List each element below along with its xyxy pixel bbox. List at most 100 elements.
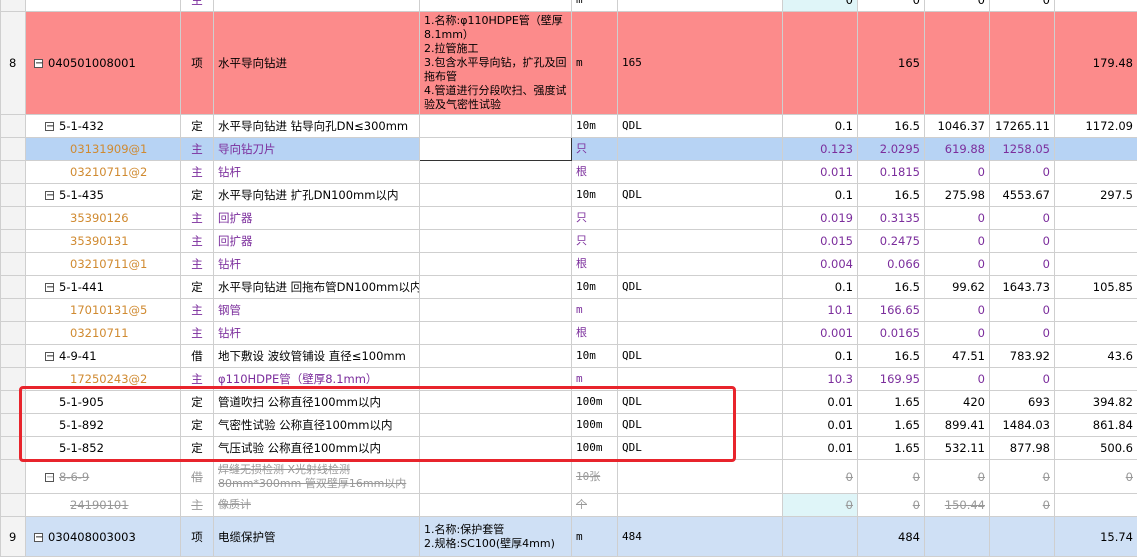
unit-cell[interactable]: 10m — [572, 184, 618, 207]
unit-cell[interactable]: 只 — [572, 230, 618, 253]
c2-cell[interactable]: 16.5 — [858, 276, 925, 299]
type-cell[interactable]: 主 — [181, 207, 214, 230]
type-cell[interactable]: 主 — [181, 322, 214, 345]
c3-cell[interactable]: 99.62 — [925, 276, 990, 299]
code-cell[interactable]: −5-1-435 — [26, 184, 181, 207]
name-cell[interactable]: 焊缝无损检测 X光射线检测 80mm*300mm 管双壁厚16mm以内 — [214, 460, 420, 494]
expr-cell[interactable] — [618, 230, 783, 253]
name-cell[interactable]: 水平导向钻进 扩孔DN100mm以内 — [214, 184, 420, 207]
name-cell[interactable]: 水平导向钻进 回拖布管DN100mm以内 — [214, 276, 420, 299]
c3-cell[interactable]: 1046.37 — [925, 115, 990, 138]
c2-cell[interactable]: 1.65 — [858, 437, 925, 460]
desc-cell[interactable] — [420, 345, 572, 368]
c2-cell[interactable]: 2.0295 — [858, 138, 925, 161]
code-cell[interactable]: 35390126 — [26, 207, 181, 230]
minus-box-icon[interactable]: − — [34, 533, 43, 542]
name-cell[interactable]: 回扩器 — [214, 207, 420, 230]
c4-cell[interactable]: 0 — [990, 299, 1055, 322]
c1-cell[interactable]: 0.01 — [783, 414, 858, 437]
unit-cell[interactable]: 只 — [572, 138, 618, 161]
unit-cell[interactable]: 根 — [572, 253, 618, 276]
name-cell[interactable]: 回扩器 — [214, 230, 420, 253]
c2-cell[interactable]: 16.5 — [858, 345, 925, 368]
c2-cell[interactable]: 166.65 — [858, 299, 925, 322]
expr-cell[interactable] — [618, 138, 783, 161]
expr-cell[interactable] — [618, 253, 783, 276]
unit-cell[interactable]: m — [572, 12, 618, 115]
c4-cell[interactable]: 0 — [990, 368, 1055, 391]
expr-cell[interactable] — [618, 460, 783, 494]
c3-cell[interactable]: 420 — [925, 391, 990, 414]
table-row[interactable]: −5-1-441定水平导向钻进 回拖布管DN100mm以内10mQDL0.116… — [1, 276, 1137, 299]
code-cell[interactable]: 03210711 — [26, 322, 181, 345]
c4-cell[interactable]: 0 — [990, 494, 1055, 517]
desc-cell[interactable] — [420, 207, 572, 230]
table-row[interactable]: 03210711@1主钻杆根0.0040.06600 — [1, 253, 1137, 276]
desc-cell[interactable] — [420, 161, 572, 184]
expr-cell[interactable] — [618, 299, 783, 322]
c2-cell[interactable]: 1.65 — [858, 414, 925, 437]
table-row[interactable]: −5-1-435定水平导向钻进 扩孔DN100mm以内10mQDL0.116.5… — [1, 184, 1137, 207]
type-cell[interactable]: 定 — [181, 184, 214, 207]
c4-cell[interactable]: 0 — [990, 230, 1055, 253]
name-cell[interactable]: 水平导向钻进 — [214, 12, 420, 115]
type-cell[interactable]: 主 — [181, 138, 214, 161]
code-cell[interactable]: −4-9-41 — [26, 345, 181, 368]
code-cell[interactable]: 03131909@1 — [26, 138, 181, 161]
c3-cell[interactable]: 0 — [925, 299, 990, 322]
c4-cell[interactable]: 1643.73 — [990, 276, 1055, 299]
c5-cell[interactable]: 394.82 — [1055, 391, 1137, 414]
c2-cell[interactable]: 16.5 — [858, 184, 925, 207]
expr-cell[interactable] — [618, 161, 783, 184]
c1-cell[interactable]: 0.004 — [783, 253, 858, 276]
expr-cell[interactable]: QDL — [618, 115, 783, 138]
c3-cell[interactable] — [925, 12, 990, 115]
c5-cell[interactable] — [1055, 207, 1137, 230]
c3-cell[interactable]: 899.41 — [925, 414, 990, 437]
expr-cell[interactable] — [618, 207, 783, 230]
c5-cell[interactable] — [1055, 494, 1137, 517]
code-cell[interactable]: −040501008001 — [26, 12, 181, 115]
c4-cell[interactable]: 1258.05 — [990, 138, 1055, 161]
desc-cell[interactable] — [420, 299, 572, 322]
code-cell[interactable]: −8-6-9 — [26, 460, 181, 494]
table-row[interactable]: 35390131主回扩器只0.0150.247500 — [1, 230, 1137, 253]
desc-cell[interactable] — [420, 184, 572, 207]
desc-cell[interactable] — [420, 460, 572, 494]
c4-cell[interactable]: 4553.67 — [990, 184, 1055, 207]
c5-cell[interactable]: 105.85 — [1055, 276, 1137, 299]
unit-cell[interactable]: 10张 — [572, 460, 618, 494]
c5-cell[interactable]: 297.5 — [1055, 184, 1137, 207]
desc-cell[interactable] — [420, 494, 572, 517]
expr-cell[interactable]: QDL — [618, 276, 783, 299]
minus-box-icon[interactable]: − — [45, 191, 54, 200]
code-cell[interactable]: 35390131 — [26, 230, 181, 253]
table-row[interactable]: 17010131@5主钢管m10.1166.6500 — [1, 299, 1137, 322]
type-cell[interactable]: 主 — [181, 253, 214, 276]
c2-cell[interactable]: 169.95 — [858, 368, 925, 391]
table-row[interactable]: 8−040501008001项水平导向钻进1.名称:φ110HDPE管（壁厚8.… — [1, 12, 1137, 115]
c3-cell[interactable]: 619.88 — [925, 138, 990, 161]
desc-cell[interactable] — [420, 253, 572, 276]
c4-cell[interactable]: 1484.03 — [990, 414, 1055, 437]
table-row[interactable]: 03210711@2主钻杆根0.0110.181500 — [1, 161, 1137, 184]
table-row[interactable]: −5-1-432定水平导向钻进 钻导向孔DN≤300mm10mQDL0.116.… — [1, 115, 1137, 138]
c1-cell[interactable]: 0.011 — [783, 161, 858, 184]
c5-cell[interactable] — [1055, 138, 1137, 161]
c4-cell[interactable] — [990, 12, 1055, 115]
c1-cell[interactable]: 10.3 — [783, 368, 858, 391]
c1-cell[interactable]: 0 — [783, 460, 858, 494]
unit-cell[interactable]: 根 — [572, 322, 618, 345]
unit-cell[interactable]: 10m — [572, 276, 618, 299]
c1-cell[interactable]: 0.01 — [783, 437, 858, 460]
c1-cell[interactable]: 0.1 — [783, 345, 858, 368]
table-row[interactable]: −8-6-9借焊缝无损检测 X光射线检测 80mm*300mm 管双壁厚16mm… — [1, 460, 1137, 494]
desc-cell[interactable]: 1.名称:φ110HDPE管（壁厚8.1mm） 2.拉管施工 3.包含水平导向钻… — [420, 12, 572, 115]
c1-cell[interactable] — [783, 12, 858, 115]
minus-box-icon[interactable]: − — [45, 352, 54, 361]
c4-cell[interactable]: 0 — [990, 207, 1055, 230]
type-cell[interactable]: 主 — [181, 230, 214, 253]
c1-cell[interactable]: 0.001 — [783, 322, 858, 345]
type-cell[interactable]: 定 — [181, 115, 214, 138]
c3-cell[interactable]: 0 — [925, 322, 990, 345]
